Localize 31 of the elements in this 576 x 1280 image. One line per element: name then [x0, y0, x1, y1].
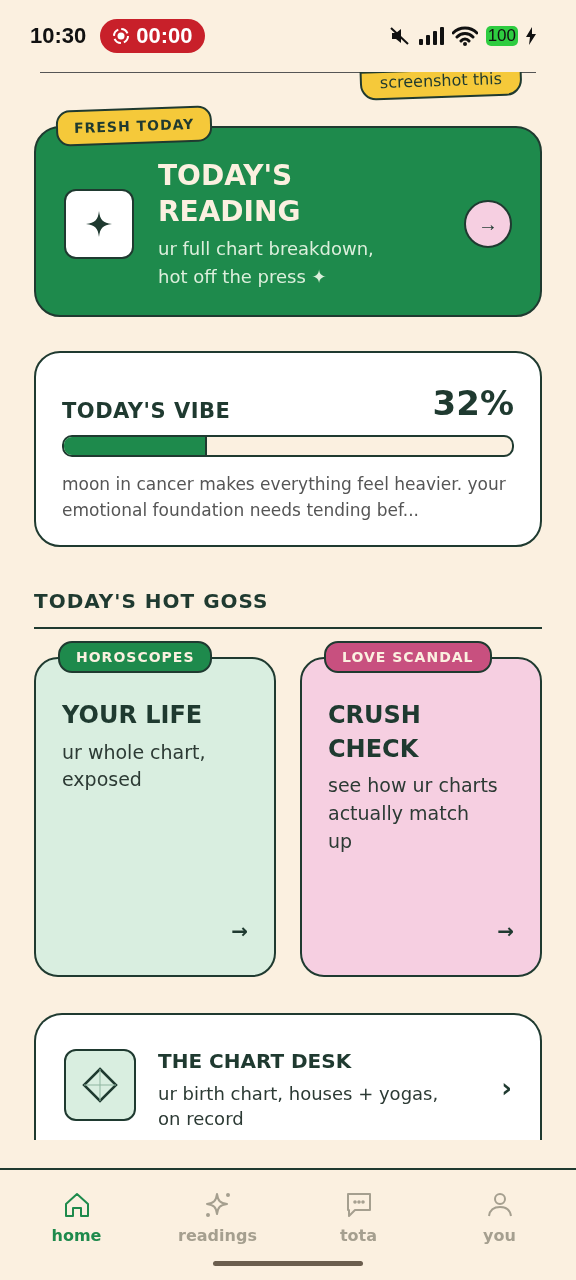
card-title: CRUSH CHECK — [328, 700, 422, 765]
record-icon — [112, 27, 131, 45]
vibe-description: moon in cancer makes everything feel heavier. your emotional foundation needs tending bef... — [62, 472, 507, 522]
card-text: ur birth chart, houses + yogas, on record — [158, 1082, 440, 1132]
vibe-title: TODAY'S VIBE — [62, 398, 231, 423]
vibe-percent: 32% — [432, 382, 514, 423]
battery-level: 100 — [485, 26, 518, 46]
arrow-icon: → — [497, 919, 514, 944]
chart-desk-card[interactable]: THE CHART DESK ur birth chart, houses + yogas, on record › — [34, 1013, 542, 1140]
card-text: ur whole chart, exposed — [62, 739, 207, 793]
section-title: TODAY'S HOT GOSS — [34, 589, 270, 614]
wifi-icon — [451, 26, 478, 46]
card-subtitle: ur full chart breakdown, hot off the press ✦ — [158, 236, 375, 289]
fresh-tag: FRESH TODAY — [55, 105, 213, 147]
card-title: TODAY'S READING — [158, 158, 302, 231]
signal-icon — [417, 27, 444, 45]
charging-icon — [526, 27, 536, 45]
card-text: see how ur charts actually match up — [328, 773, 498, 854]
sparkle-icon — [64, 189, 134, 260]
recording-pill: 00:00 — [100, 19, 205, 53]
category-tag: LOVE SCANDAL — [324, 641, 492, 674]
arrow-icon: → — [231, 919, 248, 944]
card-title: YOUR LIFE — [62, 700, 204, 732]
status-time: 10:30 — [30, 23, 87, 49]
category-tag: HOROSCOPES — [58, 641, 213, 674]
card-title: THE CHART DESK — [158, 1049, 353, 1074]
chevron-icon: › — [501, 1073, 512, 1104]
arrow-button[interactable]: → — [464, 200, 512, 249]
nav-tab[interactable]: home — [21, 1190, 132, 1254]
mute-icon — [389, 27, 410, 45]
sticker: screenshot this — [359, 72, 523, 101]
